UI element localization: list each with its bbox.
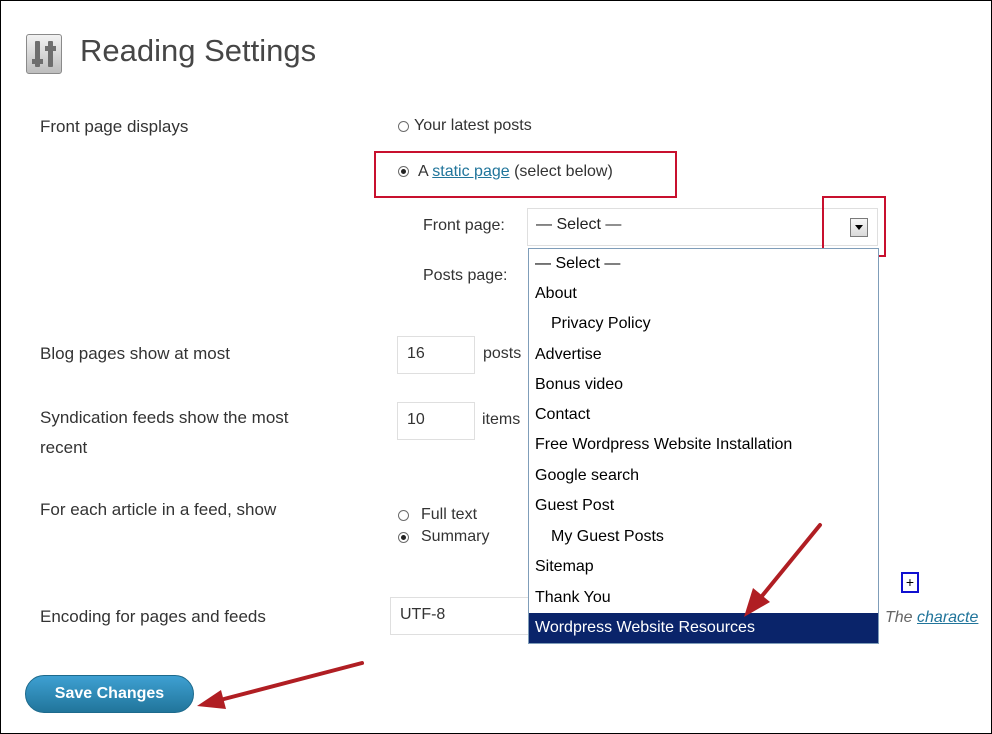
syndication-unit: items xyxy=(482,411,521,428)
syndication-input[interactable]: 10 xyxy=(397,402,475,440)
feed-article-label: For each article in a feed, show xyxy=(40,500,277,519)
dropdown-option-about[interactable]: About xyxy=(529,279,878,309)
slider-bar-right xyxy=(48,41,53,67)
save-changes-button[interactable]: Save Changes xyxy=(25,675,194,713)
full-text-label[interactable]: Full text xyxy=(421,506,477,524)
encoding-desc-prefix: The xyxy=(885,609,913,626)
dropdown-option-thank-you[interactable]: Thank You xyxy=(529,583,878,613)
summary-radio[interactable] xyxy=(398,532,409,543)
static-page-prefix: A xyxy=(418,163,428,180)
settings-icon xyxy=(26,34,62,74)
static-page-radio[interactable] xyxy=(398,166,409,177)
static-page-link[interactable]: static page xyxy=(432,163,509,180)
encoding-desc-link[interactable]: characte xyxy=(917,609,978,626)
slider-knob-left xyxy=(32,59,43,64)
latest-posts-label[interactable]: Your latest posts xyxy=(414,117,532,135)
dropdown-option-advertise[interactable]: Advertise xyxy=(529,340,878,370)
static-page-suffix: (select below) xyxy=(514,163,613,180)
front-page-label: Front page: xyxy=(423,217,505,234)
encoding-label: Encoding for pages and feeds xyxy=(40,607,266,626)
dropdown-option-sitemap[interactable]: Sitemap xyxy=(529,552,878,582)
encoding-input[interactable]: UTF-8 xyxy=(390,597,530,635)
dropdown-option-resources-selected[interactable]: Wordpress Website Resources xyxy=(529,613,878,643)
summary-label[interactable]: Summary xyxy=(421,528,489,546)
dropdown-option-select[interactable]: — Select — xyxy=(529,249,878,279)
dropdown-option-free-installation[interactable]: Free Wordpress Website Installation xyxy=(529,430,878,460)
blog-pages-unit: posts xyxy=(483,345,522,362)
chevron-down-icon[interactable] xyxy=(850,218,868,237)
front-page-dropdown-list: — Select — About Privacy Policy Advertis… xyxy=(528,248,879,644)
dropdown-option-contact[interactable]: Contact xyxy=(529,400,878,430)
page-title: Reading Settings xyxy=(80,33,317,68)
full-text-radio[interactable] xyxy=(398,510,409,521)
syndication-label-line1: Syndication feeds show the most xyxy=(40,408,289,427)
dropdown-option-google-search[interactable]: Google search xyxy=(529,461,878,491)
dropdown-option-guest-post[interactable]: Guest Post xyxy=(529,491,878,521)
dropdown-option-bonus-video[interactable]: Bonus video xyxy=(529,370,878,400)
encoding-description: The characte xyxy=(885,609,978,627)
dropdown-option-privacy-policy[interactable]: Privacy Policy xyxy=(529,309,878,339)
slider-knob-right xyxy=(45,46,56,51)
blog-pages-input[interactable]: 16 xyxy=(397,336,475,374)
static-page-label: A static page (select below) xyxy=(418,163,613,181)
latest-posts-radio[interactable] xyxy=(398,121,409,132)
dropdown-option-my-guest-posts[interactable]: My Guest Posts xyxy=(529,522,878,552)
front-page-displays-label: Front page displays xyxy=(40,117,189,136)
plus-icon[interactable]: + xyxy=(901,572,919,593)
posts-page-label: Posts page: xyxy=(423,267,508,284)
syndication-label-line2: recent xyxy=(40,438,88,457)
blog-pages-label: Blog pages show at most xyxy=(40,344,230,363)
